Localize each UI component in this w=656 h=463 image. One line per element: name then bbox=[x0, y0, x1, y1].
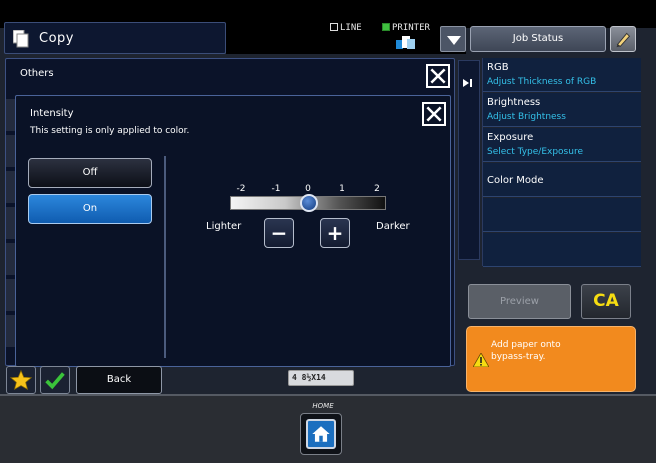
chevron-down-icon bbox=[447, 36, 461, 45]
minus-icon: − bbox=[270, 221, 288, 245]
back-button[interactable]: Back bbox=[76, 366, 162, 394]
home-label: HOME bbox=[312, 402, 334, 410]
paper-alert[interactable]: Add paper onto bypass-tray. bbox=[466, 326, 636, 392]
preview-button[interactable]: Preview bbox=[468, 284, 571, 319]
function-item-exposure[interactable]: Exposure Select Type/Exposure bbox=[483, 128, 641, 162]
pencil-icon bbox=[616, 32, 631, 48]
lighter-label: Lighter bbox=[206, 221, 242, 232]
printer-status: PRINTER bbox=[382, 23, 430, 33]
scale-tick-label: 1 bbox=[339, 184, 345, 194]
arrow-right-icon bbox=[463, 79, 469, 87]
close-icon bbox=[426, 106, 442, 122]
function-item-empty bbox=[483, 198, 641, 232]
copier-screen: Copy LINE PRINTER Job Status RGB Adjust … bbox=[0, 0, 656, 463]
scale-tick-label: 2 bbox=[374, 184, 380, 194]
home-button[interactable] bbox=[300, 413, 342, 455]
paper-size-indicator: 4 8½X14 bbox=[288, 370, 354, 386]
intensity-slider-thumb[interactable] bbox=[300, 194, 318, 212]
printer-label: PRINTER bbox=[392, 23, 430, 33]
function-list: RGB Adjust Thickness of RGB Brightness A… bbox=[482, 58, 641, 267]
close-icon bbox=[430, 68, 446, 84]
intensity-subtitle: This setting is only applied to color. bbox=[30, 126, 190, 136]
alert-message: Add paper onto bypass-tray. bbox=[491, 339, 561, 363]
line-status: LINE bbox=[330, 23, 362, 33]
function-subtitle: Select Type/Exposure bbox=[487, 147, 583, 157]
arrow-bar-icon bbox=[470, 79, 472, 87]
decrease-intensity-button[interactable]: − bbox=[264, 218, 294, 248]
function-item-brightness[interactable]: Brightness Adjust Brightness bbox=[483, 93, 641, 127]
scale-tick-label: -1 bbox=[271, 184, 281, 194]
others-close-button[interactable] bbox=[426, 64, 450, 88]
intensity-dialog: Intensity This setting is only applied t… bbox=[15, 95, 451, 367]
function-item-rgb[interactable]: RGB Adjust Thickness of RGB bbox=[483, 58, 641, 92]
function-subtitle: Adjust Brightness bbox=[487, 112, 566, 122]
line-label: LINE bbox=[340, 23, 362, 33]
home-button-face bbox=[306, 419, 336, 449]
job-status-button[interactable]: Job Status bbox=[470, 26, 606, 52]
intensity-off-button[interactable]: Off bbox=[28, 158, 152, 188]
line-checkbox-icon bbox=[330, 23, 338, 31]
function-subtitle: Adjust Thickness of RGB bbox=[487, 77, 597, 87]
status-dropdown-button[interactable] bbox=[440, 26, 466, 52]
panel-toggle[interactable] bbox=[458, 60, 480, 260]
scale-tick-label: -2 bbox=[236, 184, 246, 194]
job-queue-icon bbox=[396, 36, 415, 49]
copy-mode-tab[interactable]: Copy bbox=[4, 22, 226, 54]
scale-tick-label: 0 bbox=[305, 184, 311, 194]
favorite-button[interactable] bbox=[6, 366, 36, 394]
printer-indicator-icon bbox=[382, 23, 390, 31]
home-icon bbox=[312, 426, 330, 442]
star-icon bbox=[9, 369, 33, 391]
darker-label: Darker bbox=[376, 221, 410, 232]
intensity-title: Intensity bbox=[30, 108, 74, 119]
function-title: RGB bbox=[487, 62, 509, 73]
edit-button[interactable] bbox=[610, 26, 636, 52]
function-title: Exposure bbox=[487, 132, 534, 143]
divider bbox=[164, 156, 166, 358]
increase-intensity-button[interactable]: + bbox=[320, 218, 350, 248]
checkmark-icon bbox=[45, 372, 65, 390]
intensity-close-button[interactable] bbox=[422, 102, 446, 126]
top-border bbox=[0, 0, 656, 6]
copy-icon bbox=[13, 30, 29, 48]
plus-icon: + bbox=[326, 221, 344, 245]
function-title: Color Mode bbox=[487, 175, 544, 186]
alert-line-1: Add paper onto bbox=[491, 340, 561, 350]
confirm-button[interactable] bbox=[40, 366, 70, 394]
function-title: Brightness bbox=[487, 97, 541, 108]
intensity-on-button[interactable]: On bbox=[28, 194, 152, 224]
warning-icon bbox=[473, 353, 489, 367]
clear-all-button[interactable]: CA bbox=[581, 284, 631, 319]
function-item-empty bbox=[483, 233, 641, 267]
alert-line-2: bypass-tray. bbox=[491, 352, 546, 362]
others-title: Others bbox=[20, 68, 54, 79]
function-item-color-mode[interactable]: Color Mode bbox=[483, 163, 641, 197]
mode-title: Copy bbox=[39, 31, 74, 46]
